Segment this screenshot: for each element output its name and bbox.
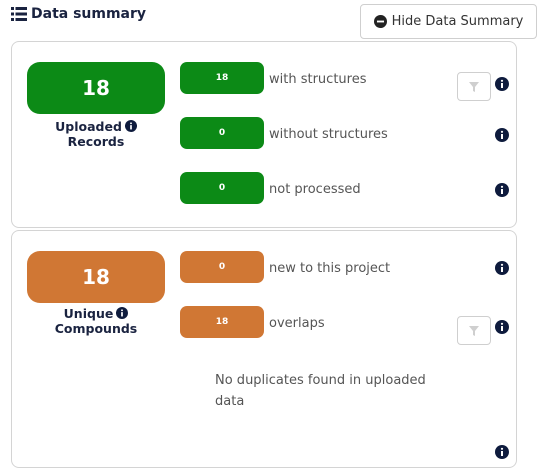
unique-compounds-label: Unique Compounds — [27, 306, 165, 336]
info-icon[interactable] — [495, 445, 509, 459]
with-structures-count: 18 — [180, 62, 264, 94]
records-filter-button[interactable] — [457, 72, 491, 101]
new-to-project-count: 0 — [180, 251, 264, 283]
info-icon[interactable] — [116, 307, 129, 319]
info-icon[interactable] — [495, 128, 509, 142]
uploaded-records-label: Uploaded Records — [27, 119, 165, 149]
overlaps-label: overlaps — [269, 316, 325, 331]
hide-data-summary-button[interactable]: Hide Data Summary — [360, 4, 537, 39]
uploaded-label-text: Uploaded — [55, 119, 122, 134]
new-to-project-label: new to this project — [269, 261, 391, 276]
unique-label-text: Unique — [63, 306, 114, 321]
compounds-filter-button[interactable] — [457, 316, 491, 345]
filter-icon — [469, 325, 479, 336]
compounds-label-text: Compounds — [54, 321, 138, 336]
unique-compounds-count: 18 — [27, 251, 165, 303]
not-processed-count: 0 — [180, 172, 264, 204]
info-icon[interactable] — [495, 261, 509, 275]
without-structures-count: 0 — [180, 117, 264, 149]
uploaded-records-count: 18 — [27, 62, 165, 114]
minus-circle-icon — [373, 15, 387, 28]
overlaps-count: 18 — [180, 306, 264, 338]
page-title: Data summary — [31, 6, 147, 22]
info-icon[interactable] — [495, 183, 509, 197]
compounds-summary-panel: 18 Unique Compounds 0 new to this projec… — [11, 230, 517, 468]
no-duplicates-message: No duplicates found in uploaded data — [215, 373, 426, 409]
data-summary-header: Data summary — [11, 6, 146, 22]
records-summary-panel: 18 Uploaded Records 18 with structures 0… — [11, 41, 517, 228]
with-structures-label: with structures — [269, 72, 367, 87]
records-label-text: Records — [67, 134, 125, 149]
list-icon — [11, 7, 27, 21]
hide-button-label: Hide Data Summary — [391, 14, 524, 29]
info-icon[interactable] — [495, 320, 509, 334]
filter-icon — [469, 81, 479, 92]
info-icon[interactable] — [495, 77, 509, 91]
not-processed-label: not processed — [269, 182, 361, 197]
info-icon[interactable] — [124, 120, 137, 132]
without-structures-label: without structures — [269, 127, 388, 142]
